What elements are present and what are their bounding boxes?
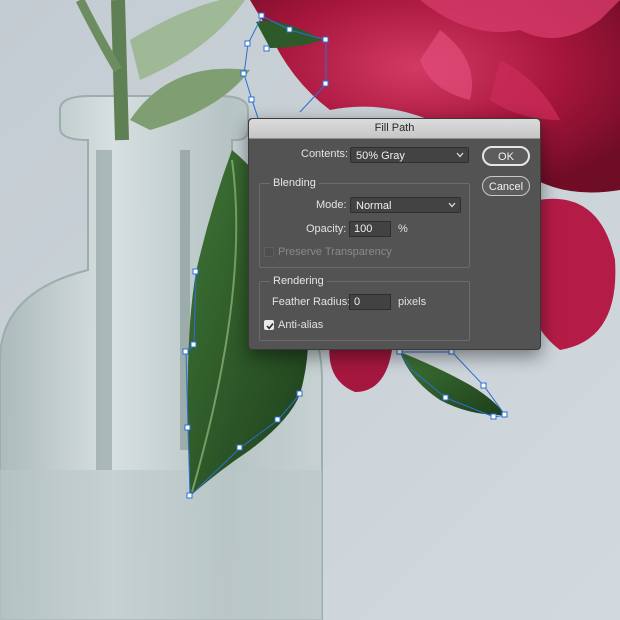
feather-radius-label: Feather Radius: [272, 296, 351, 308]
dialog-title: Fill Path [249, 119, 540, 139]
opacity-field[interactable]: 100 [349, 221, 391, 237]
opacity-unit: % [398, 223, 408, 235]
feather-radius-field[interactable]: 0 [349, 294, 391, 310]
contents-select[interactable]: 50% Gray [350, 147, 469, 163]
checkmark-icon [266, 323, 274, 330]
preserve-transparency-row: Preserve Transparency [264, 246, 392, 258]
contents-row: Contents: [301, 148, 348, 160]
anti-alias-checkbox[interactable] [264, 320, 274, 330]
anti-alias-label: Anti-alias [278, 319, 324, 331]
contents-value: 50% Gray [356, 150, 405, 162]
mode-select[interactable]: Normal [350, 197, 461, 213]
anti-alias-row: Anti-alias [264, 319, 323, 331]
chevron-down-icon [448, 202, 456, 208]
mode-label: Mode: [316, 199, 347, 211]
fill-path-dialog: Fill Path Contents: 50% Gray OK Cancel B… [248, 118, 541, 350]
rendering-group-label: Rendering [270, 275, 327, 287]
rendering-group [259, 281, 470, 341]
opacity-label: Opacity: [306, 223, 347, 235]
preserve-transparency-label: Preserve Transparency [278, 246, 392, 258]
mode-value: Normal [356, 200, 392, 212]
preserve-transparency-checkbox[interactable] [264, 247, 274, 257]
feather-radius-unit: pixels [398, 296, 427, 308]
ok-button[interactable]: OK [482, 146, 530, 166]
chevron-down-icon [456, 152, 464, 158]
cancel-button[interactable]: Cancel [482, 176, 530, 196]
contents-label: Contents: [301, 148, 349, 160]
blending-group-label: Blending [270, 177, 319, 189]
